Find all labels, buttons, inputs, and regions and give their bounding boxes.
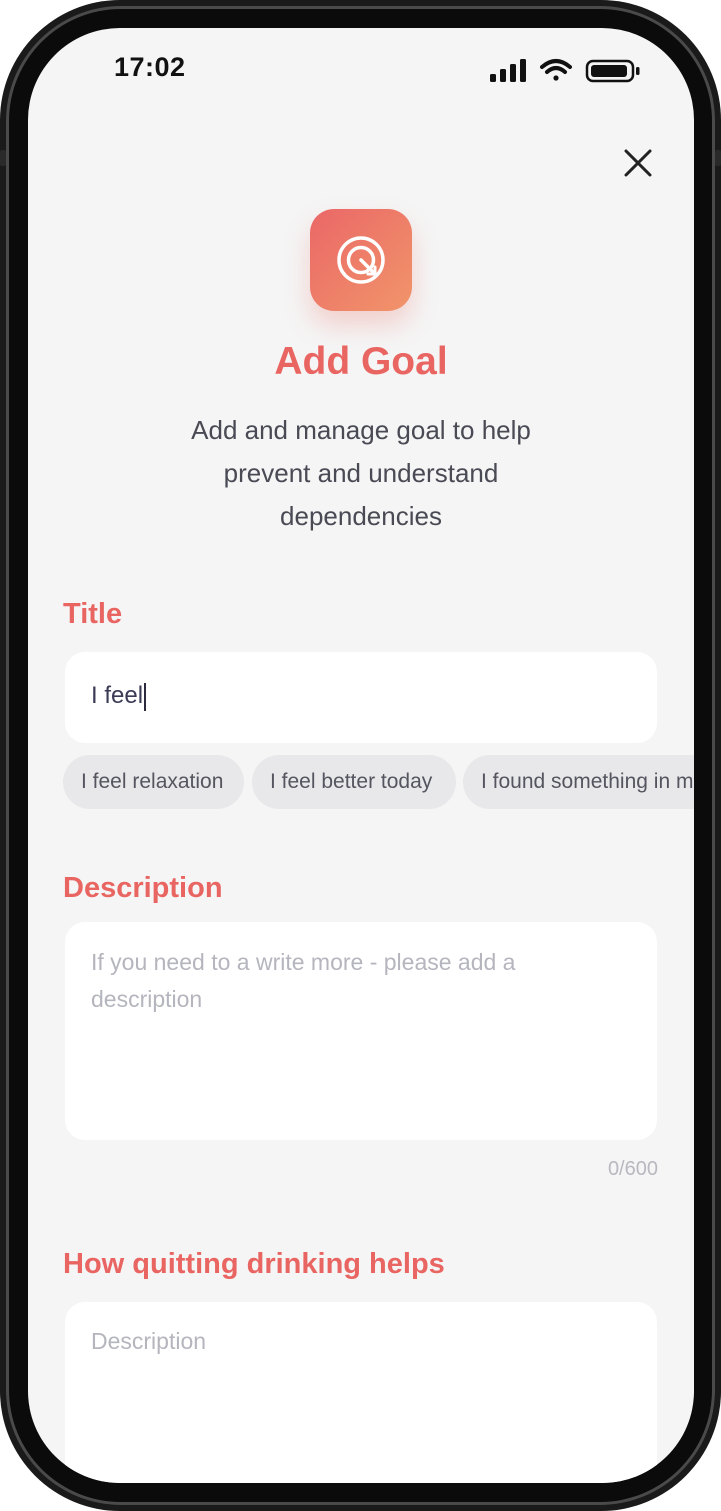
character-counter: 0/600 bbox=[607, 1158, 658, 1180]
signal-icon bbox=[490, 59, 526, 82]
description-label: Description bbox=[63, 872, 223, 904]
title-input-value: I feel bbox=[91, 682, 147, 711]
page-title: Add Goal bbox=[274, 340, 448, 383]
status-icons bbox=[488, 58, 648, 83]
status-icons-svg bbox=[490, 59, 640, 83]
benefit-placeholder: Description bbox=[91, 1328, 207, 1354]
suggestion-chip[interactable]: I feel better today bbox=[252, 755, 456, 809]
title-input[interactable]: I feel bbox=[65, 652, 657, 743]
page-subtitle: Add and manage goal to help prevent and … bbox=[191, 415, 531, 531]
title-input-text: I feel bbox=[91, 682, 144, 709]
status-bar: 17:02 bbox=[28, 28, 694, 108]
close-icon bbox=[624, 149, 652, 177]
description-placeholder: If you need to a write more - please add… bbox=[91, 949, 516, 1012]
suggestion-chip[interactable]: I feel relaxation bbox=[63, 755, 244, 809]
title-label: Title bbox=[63, 598, 123, 630]
app-screen: 17:02 Add Goal Add and manage goal to he… bbox=[28, 28, 694, 1483]
suggestion-chips: I feel relaxation I feel better today I … bbox=[63, 755, 694, 809]
status-time: 17:02 bbox=[114, 52, 186, 82]
side-button bbox=[715, 150, 721, 166]
text-caret bbox=[144, 682, 147, 711]
suggestion-chip[interactable]: I found something in m bbox=[463, 755, 694, 809]
description-input[interactable]: If you need to a write more - please add… bbox=[65, 922, 657, 1140]
target-icon bbox=[337, 236, 385, 284]
side-button bbox=[0, 150, 6, 166]
benefit-input[interactable]: Description bbox=[65, 1302, 657, 1483]
battery-icon bbox=[585, 59, 640, 83]
benefit-label: How quitting drinking helps bbox=[63, 1248, 445, 1280]
close-button[interactable] bbox=[618, 143, 658, 183]
goal-app-icon bbox=[310, 209, 412, 311]
wifi-icon bbox=[540, 59, 572, 81]
